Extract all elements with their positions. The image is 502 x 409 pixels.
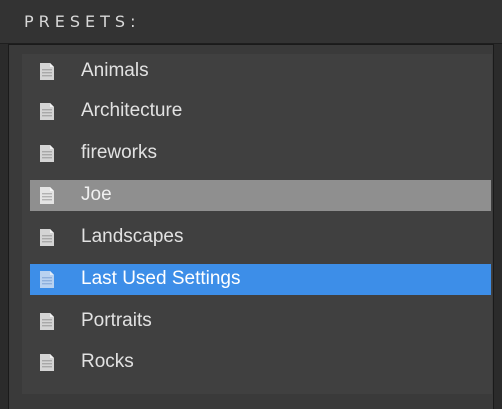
preset-label: Joe — [81, 184, 112, 205]
document-icon — [40, 145, 54, 162]
preset-label: Landscapes — [81, 226, 184, 247]
presets-panel: PRESETS: Animals Architecture fireworks … — [0, 0, 502, 409]
document-icon — [40, 229, 54, 246]
preset-item-fireworks[interactable]: fireworks — [30, 138, 491, 169]
preset-item-joe[interactable]: Joe — [30, 180, 491, 211]
preset-item-rocks[interactable]: Rocks — [30, 347, 491, 378]
document-icon — [40, 354, 54, 371]
preset-item-landscapes[interactable]: Landscapes — [30, 222, 491, 253]
presets-header: PRESETS: — [0, 0, 502, 44]
preset-label: Animals — [81, 60, 149, 81]
preset-label: Portraits — [81, 310, 152, 331]
preset-label: Last Used Settings — [81, 268, 241, 289]
preset-label: Rocks — [81, 351, 134, 372]
preset-item-animals[interactable]: Animals — [30, 56, 491, 87]
preset-item-architecture[interactable]: Architecture — [30, 96, 491, 127]
preset-item-last-used-settings[interactable]: Last Used Settings — [30, 264, 491, 295]
document-icon — [40, 187, 54, 204]
document-icon — [40, 63, 54, 80]
preset-label: Architecture — [81, 100, 183, 121]
presets-title: PRESETS: — [24, 12, 141, 31]
preset-label: fireworks — [81, 142, 158, 163]
preset-item-portraits[interactable]: Portraits — [30, 306, 491, 337]
document-icon — [40, 271, 54, 288]
document-icon — [40, 313, 54, 330]
document-icon — [40, 103, 54, 120]
